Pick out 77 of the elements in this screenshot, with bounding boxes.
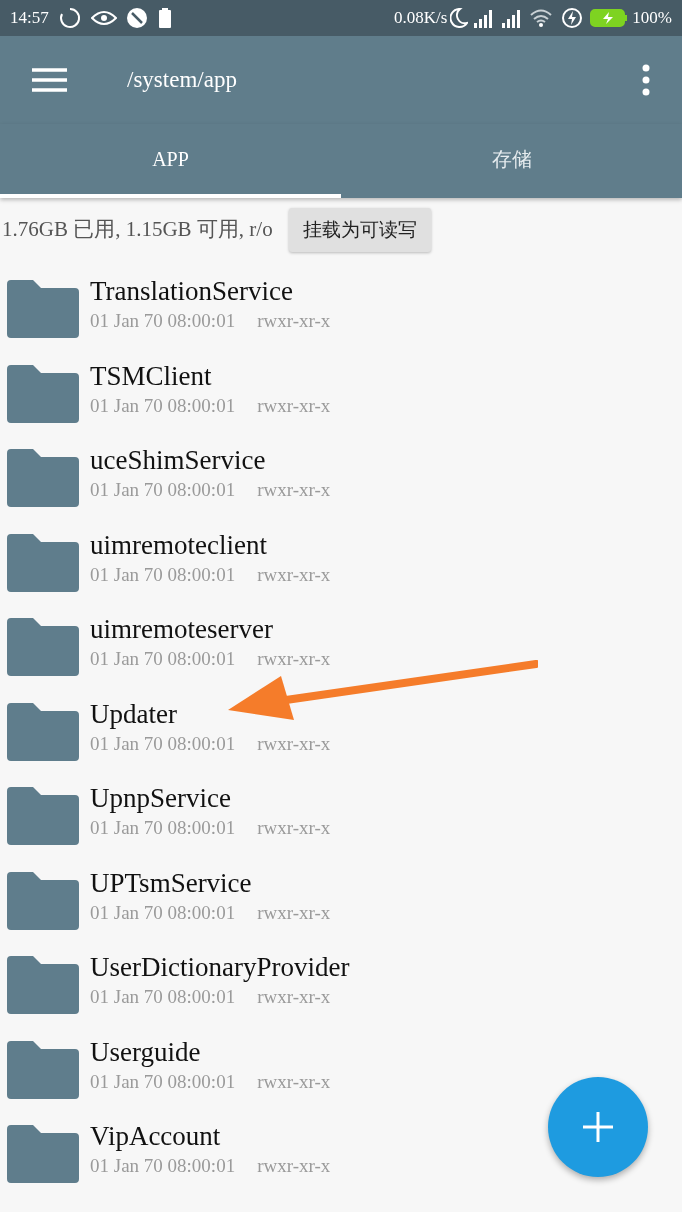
- folder-icon: [7, 956, 79, 1015]
- permissions: rwxr-xr-x: [257, 731, 331, 756]
- folder-icon: [7, 702, 79, 761]
- permissions: rwxr-xr-x: [257, 309, 331, 334]
- permissions: rwxr-xr-x: [257, 985, 331, 1010]
- permissions: rwxr-xr-x: [257, 816, 331, 841]
- folder-name: TranslationService: [90, 275, 294, 309]
- mount-button[interactable]: 挂载为可读写: [288, 208, 431, 252]
- permissions: rwxr-xr-x: [257, 478, 331, 503]
- network-speed: 0.08K/s: [393, 7, 448, 30]
- modified-date: 01 Jan 70 08:00:01: [90, 647, 236, 672]
- modified-date: 01 Jan 70 08:00:01: [90, 393, 236, 418]
- permissions: rwxr-xr-x: [257, 900, 331, 925]
- battery-icon: [590, 9, 629, 27]
- folder-row[interactable]: Updater 01 Jan 70 08:00:01 rwxr-xr-x: [0, 684, 682, 769]
- path-title: /system/app: [127, 65, 238, 94]
- folder-icon: [7, 1125, 79, 1184]
- folder-name: Userguide: [90, 1035, 202, 1069]
- battery-percent: 100%: [632, 7, 672, 30]
- eye-icon: [90, 9, 117, 27]
- folder-name: TSMClient: [90, 359, 213, 393]
- tab[interactable]: 存储: [341, 124, 682, 198]
- folder-row[interactable]: UpnpService 01 Jan 70 08:00:01 rwxr-xr-x: [0, 769, 682, 854]
- folder-name: VipAccount: [90, 1120, 222, 1154]
- permissions: rwxr-xr-x: [257, 1069, 331, 1094]
- modified-date: 01 Jan 70 08:00:01: [90, 900, 236, 925]
- plus-icon: [583, 1112, 613, 1142]
- folder-icon: [7, 280, 79, 339]
- modified-date: 01 Jan 70 08:00:01: [90, 309, 236, 334]
- folder-row[interactable]: Userguide 01 Jan 70 08:00:01 rwxr-xr-x: [0, 1022, 682, 1107]
- battery-small-icon: [158, 8, 171, 28]
- folder-name: uimremoteclient: [90, 528, 268, 562]
- moon-icon: [450, 8, 469, 28]
- folder-icon: [7, 449, 79, 508]
- permissions: rwxr-xr-x: [257, 1154, 331, 1179]
- folder-row[interactable]: uceShimService 01 Jan 70 08:00:01 rwxr-xr-x: [0, 431, 682, 516]
- sync-icon: [58, 7, 81, 29]
- block-icon: [126, 8, 147, 28]
- permissions: rwxr-xr-x: [257, 647, 331, 672]
- folder-name: UpnpService: [90, 782, 232, 816]
- tab[interactable]: APP: [0, 124, 341, 198]
- flash-icon: [562, 8, 583, 28]
- folder-row[interactable]: TranslationService 01 Jan 70 08:00:01 rwxr-xr-x: [0, 262, 682, 347]
- folder-icon: [7, 533, 79, 592]
- signal-icon: [472, 8, 493, 28]
- folder-row[interactable]: uimremoteserver 01 Jan 70 08:00:01 rwxr-xr-x: [0, 600, 682, 685]
- modified-date: 01 Jan 70 08:00:01: [90, 562, 236, 587]
- wifi-icon: [530, 9, 553, 27]
- storage-info: 1.76GB 已用, 1.15GB 可用, r/o: [2, 216, 273, 244]
- modified-date: 01 Jan 70 08:00:01: [90, 478, 236, 503]
- permissions: rwxr-xr-x: [257, 562, 331, 587]
- folder-icon: [7, 364, 79, 423]
- modified-date: 01 Jan 70 08:00:01: [90, 816, 236, 841]
- folder-row[interactable]: uimremoteclient 01 Jan 70 08:00:01 rwxr-xr-x: [0, 515, 682, 600]
- modified-date: 01 Jan 70 08:00:01: [90, 1069, 236, 1094]
- folder-name: uimremoteserver: [90, 613, 274, 647]
- folder-name: Updater: [90, 697, 178, 731]
- modified-date: 01 Jan 70 08:00:01: [90, 731, 236, 756]
- folder-row[interactable]: VipAccount 01 Jan 70 08:00:01 rwxr-xr-x: [0, 1107, 682, 1192]
- add-button[interactable]: [548, 1077, 648, 1177]
- folder-icon: [7, 787, 79, 846]
- folder-name: uceShimService: [90, 444, 267, 478]
- folder-icon: [7, 871, 79, 930]
- clock: 14:57: [10, 7, 49, 30]
- permissions: rwxr-xr-x: [257, 393, 331, 418]
- folder-icon: [7, 618, 79, 677]
- folder-row[interactable]: UserDictionaryProvider 01 Jan 70 08:00:01 rwxr-xr-x: [0, 938, 682, 1023]
- folder-row[interactable]: UPTsmService 01 Jan 70 08:00:01 rwxr-xr-x: [0, 853, 682, 938]
- folder-name: UserDictionaryProvider: [90, 951, 350, 985]
- folder-name: UPTsmService: [90, 866, 253, 900]
- signal-icon: [500, 8, 521, 28]
- folder-row[interactable]: TSMClient 01 Jan 70 08:00:01 rwxr-xr-x: [0, 346, 682, 431]
- folder-icon: [7, 1040, 79, 1099]
- menu-icon[interactable]: [32, 68, 67, 92]
- modified-date: 01 Jan 70 08:00:01: [90, 1154, 236, 1179]
- more-options-icon[interactable]: [642, 64, 650, 96]
- modified-date: 01 Jan 70 08:00:01: [90, 985, 236, 1010]
